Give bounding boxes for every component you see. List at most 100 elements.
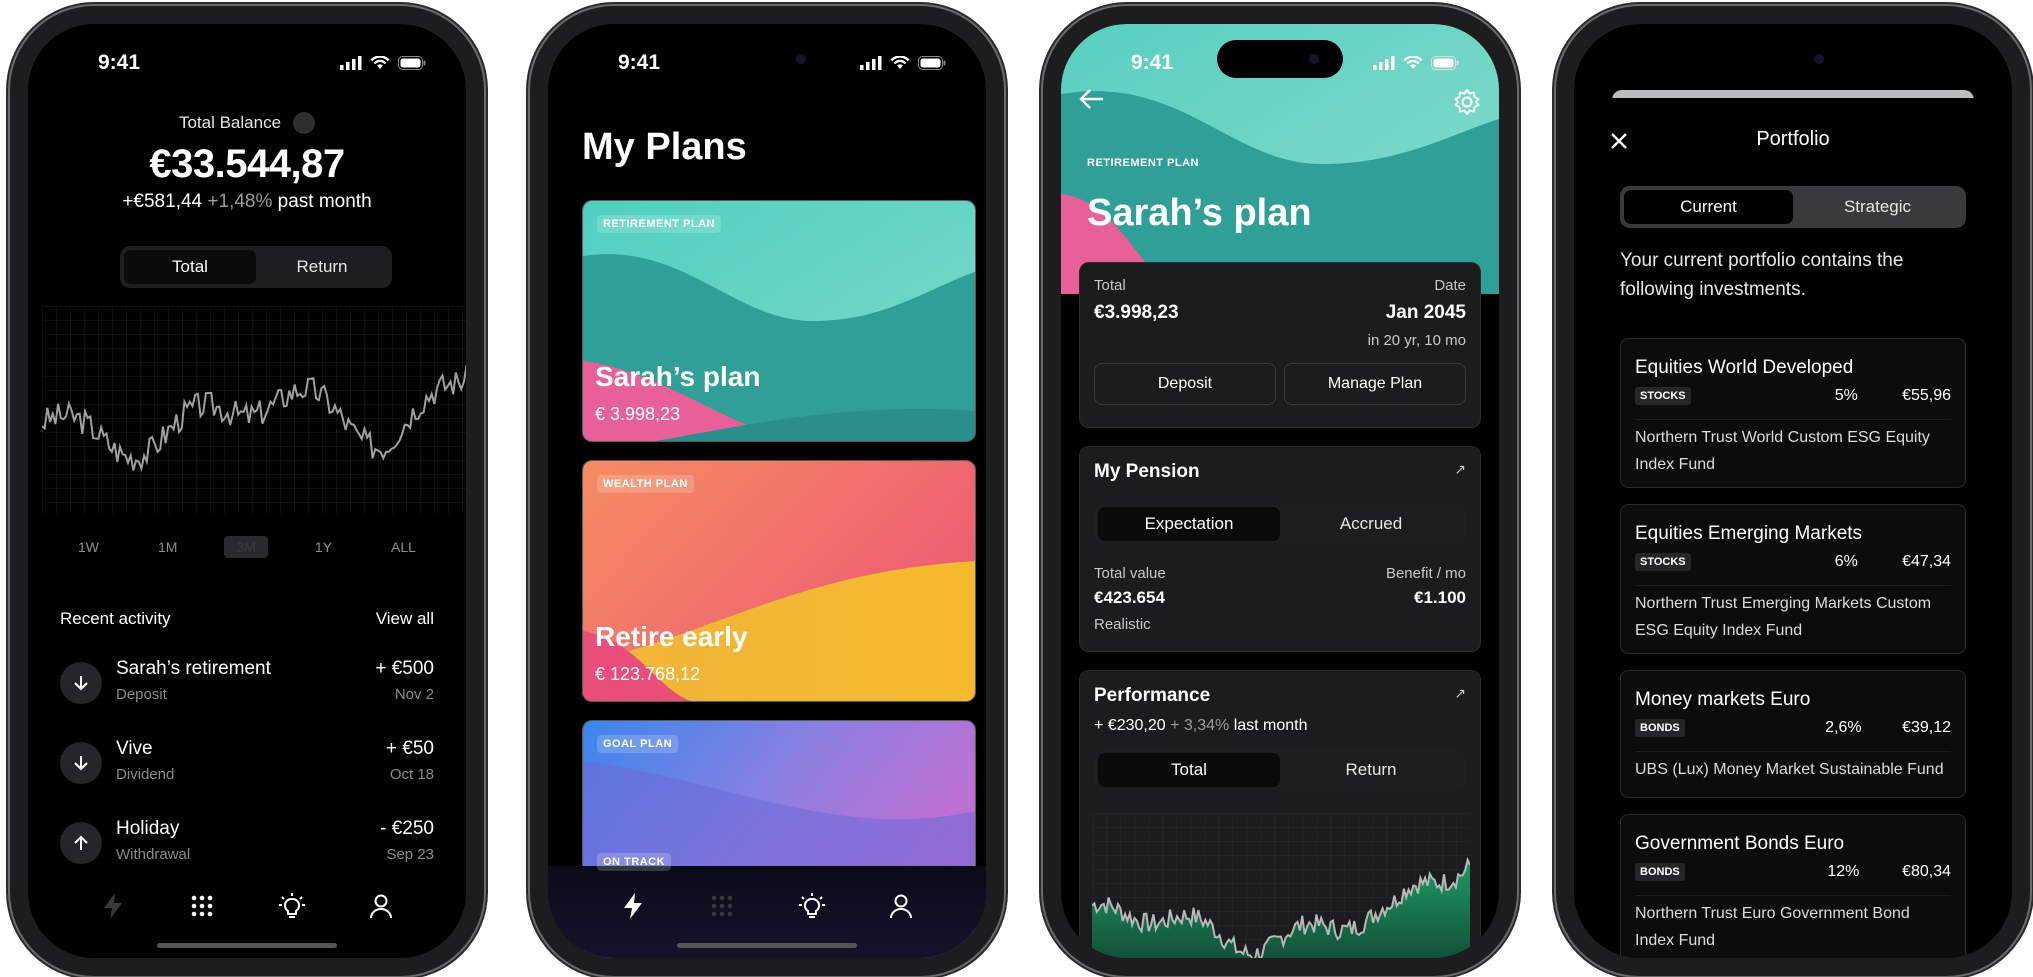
tab-plans[interactable] [702, 886, 742, 926]
allocation-percent: 5% [1834, 387, 1858, 404]
segment-return[interactable]: Return [256, 250, 388, 284]
portfolio-description: Your current portfolio contains the foll… [1620, 250, 1904, 300]
back-arrow-icon[interactable] [1079, 88, 1105, 110]
range-1y[interactable]: 1Y [303, 536, 344, 558]
segment-current[interactable]: Current [1624, 190, 1793, 224]
battery-icon [1431, 56, 1459, 70]
plan-title: Sarah’s plan [1087, 192, 1312, 234]
battery-icon [918, 56, 946, 70]
pension-card[interactable]: My Pension ↗ Expectation Accrued Total v… [1079, 446, 1481, 652]
range-3m[interactable]: 3M [224, 536, 268, 558]
tab-activity[interactable] [93, 886, 133, 926]
activity-item[interactable]: Sarah’s retirement Deposit + €500 Nov 2 [60, 654, 434, 714]
date-label: Date [1434, 277, 1466, 294]
home-indicator [157, 943, 337, 948]
investment-value: €80,34 [1902, 863, 1951, 880]
fund-name: Northern Trust Emerging Markets Custom E… [1635, 585, 1951, 644]
battery-icon [398, 56, 426, 70]
range-selector: 1W 1M 3M 1Y ALL [66, 536, 428, 558]
tab-activity[interactable] [613, 886, 653, 926]
arrow-down-icon [74, 676, 88, 691]
page-title: Portfolio [1756, 128, 1830, 150]
segment-strategic[interactable]: Strategic [1793, 190, 1962, 224]
status-bar: 9:41 [28, 48, 466, 78]
fund-name: Northern Trust Euro Government Bond Inde… [1635, 895, 1951, 954]
screen: 9:41 RETIREMENT PLAN Sarah’s plan Total … [1061, 24, 1499, 958]
investment-card[interactable]: Government Bonds Euro BONDS 12% €80,34 N… [1620, 814, 1966, 958]
activity-item[interactable]: Vive Dividend + €50 Oct 18 [60, 734, 434, 794]
phone-plan-detail-screen: 9:41 RETIREMENT PLAN Sarah’s plan Total … [1043, 6, 1517, 976]
investment-name: Equities Emerging Markets [1635, 523, 1863, 544]
activity-name: Vive [116, 738, 153, 759]
arrow-up-icon [74, 835, 88, 850]
asset-class-badge: STOCKS [1635, 553, 1691, 571]
range-all[interactable]: ALL [379, 536, 428, 558]
fund-name: UBS (Lux) Money Market Sustainable Fund [1635, 751, 1951, 783]
investment-card[interactable]: Equities Emerging Markets STOCKS 6% €47,… [1620, 504, 1966, 654]
target-date: Jan 2045 [1385, 302, 1466, 323]
grid-icon [711, 895, 733, 917]
person-icon [370, 894, 393, 919]
fund-name: Northern Trust World Custom ESG Equity I… [1635, 419, 1951, 478]
screen: 9:41 My Plans RETIREMENT PLAN Sarah’s pl… [548, 24, 986, 958]
tab-insights[interactable] [792, 886, 832, 926]
range-1w[interactable]: 1W [66, 536, 111, 558]
segment-total[interactable]: Total [124, 250, 256, 284]
performance-title: Performance [1094, 685, 1211, 706]
plan-card-retirement[interactable]: RETIREMENT PLAN Sarah’s plan € 3.998,23 [582, 200, 976, 442]
allocation-percent: 12% [1827, 863, 1860, 880]
segment-return[interactable]: Return [1280, 753, 1462, 787]
phone-balance-screen: 9:41 Total Balance €33.544,87 +€581,44 +… [10, 6, 484, 976]
activity-type: Withdrawal [116, 846, 191, 863]
recent-activity-title: Recent activity [60, 609, 171, 628]
grid-icon [191, 895, 213, 917]
investment-card[interactable]: Money markets Euro BONDS 2,6% €39,12 UBS… [1620, 670, 1966, 798]
home-indicator [677, 943, 857, 948]
tab-insights[interactable] [272, 886, 312, 926]
asset-class-badge: STOCKS [1635, 387, 1691, 405]
tab-profile[interactable] [881, 886, 921, 926]
balance-change: +€581,44 +1,48% past month [122, 191, 372, 212]
range-1m[interactable]: 1M [146, 536, 189, 558]
gear-icon[interactable] [1453, 88, 1481, 116]
activity-amount: + €50 [385, 738, 434, 759]
activity-item[interactable]: Holiday Withdrawal - €250 Sep 23 [60, 814, 434, 874]
status-time: 9:41 [1131, 51, 1174, 74]
plan-kind-badge: GOAL PLAN [597, 735, 679, 753]
segment-expectation[interactable]: Expectation [1098, 507, 1280, 541]
total-label: Total [1094, 277, 1126, 294]
investment-value: €39,12 [1902, 719, 1951, 736]
phone-portfolio-screen: Portfolio Current Strategic Your current… [1556, 6, 2030, 976]
dynamic-island [1217, 40, 1343, 78]
dynamic-island [1738, 40, 1848, 78]
view-all-link[interactable]: View all [376, 609, 434, 629]
benefit-value: €1.100 [1414, 588, 1466, 607]
expand-arrow-icon[interactable]: ↗ [1454, 685, 1466, 707]
performance-card[interactable]: Performance ↗ + €230,20 + 3,34% last mon… [1079, 670, 1481, 958]
visibility-toggle-icon[interactable] [293, 112, 316, 134]
page-title: My Plans [582, 126, 747, 168]
arrow-down-icon [74, 756, 88, 771]
plan-card-wealth[interactable]: WEALTH PLAN Retire early € 123.768,12 [582, 460, 976, 702]
manage-plan-button[interactable]: Manage Plan [1284, 363, 1466, 405]
plan-name: Sarah’s plan [595, 361, 761, 392]
close-icon[interactable] [1610, 132, 1628, 150]
performance-segment-control: Total Return [1094, 749, 1466, 791]
activity-amount: - €250 [380, 818, 434, 839]
segment-accrued[interactable]: Accrued [1280, 507, 1462, 541]
wifi-icon [1403, 56, 1423, 69]
expand-arrow-icon[interactable]: ↗ [1454, 461, 1466, 483]
segment-total[interactable]: Total [1098, 753, 1280, 787]
bolt-icon [103, 893, 122, 919]
balance-label: Total Balance [178, 113, 282, 132]
tab-plans[interactable] [182, 886, 222, 926]
activity-date: Nov 2 [394, 686, 434, 703]
deposit-button[interactable]: Deposit [1094, 363, 1276, 405]
person-icon [890, 894, 913, 919]
benefit-label: Benefit / mo [1385, 565, 1466, 582]
activity-date: Sep 23 [386, 846, 434, 863]
on-track-badge: ON TRACK [597, 853, 672, 871]
tab-profile[interactable] [361, 886, 401, 926]
investment-card[interactable]: Equities World Developed STOCKS 5% €55,9… [1620, 338, 1966, 488]
investment-value: €47,34 [1902, 553, 1951, 570]
